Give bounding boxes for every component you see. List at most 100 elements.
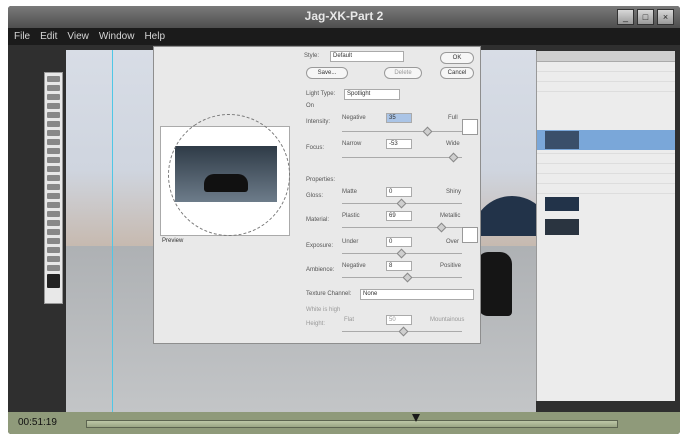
delete-button[interactable]: Delete: [384, 67, 422, 79]
menu-edit[interactable]: Edit: [40, 31, 57, 42]
intensity-slider[interactable]: [342, 131, 462, 132]
light-type-select[interactable]: Spotlight: [344, 89, 400, 100]
heal-tool-icon[interactable]: [47, 130, 60, 136]
path-select-tool-icon[interactable]: [47, 220, 60, 226]
eyedropper-tool-icon[interactable]: [47, 247, 60, 253]
exposure-value[interactable]: 0: [386, 237, 412, 247]
exposure-max-label: Over: [446, 239, 460, 245]
ok-button[interactable]: OK: [440, 52, 474, 64]
maximize-button[interactable]: □: [637, 9, 654, 25]
properties-label: Properties:: [306, 177, 336, 183]
brush-tool-icon[interactable]: [47, 139, 60, 145]
layers-lock-row[interactable]: [537, 72, 675, 82]
ambience-color-swatch[interactable]: [462, 227, 478, 243]
shape-tool-icon[interactable]: [47, 229, 60, 235]
gloss-value[interactable]: 0: [386, 187, 412, 197]
timestamp: 00:51:19: [18, 417, 57, 428]
exposure-slider-thumb[interactable]: [396, 248, 407, 259]
intensity-max-label: Full: [448, 115, 458, 121]
focus-slider[interactable]: [342, 157, 462, 158]
move-tool-icon[interactable]: [47, 76, 60, 82]
ambience-value[interactable]: 8: [386, 261, 412, 271]
layer-thumbnail: [545, 219, 579, 235]
focus-min-label: Narrow: [342, 141, 362, 147]
layers-panel-header: [537, 51, 675, 62]
on-checkbox[interactable]: On: [306, 103, 314, 109]
intensity-label: Intensity:: [306, 119, 331, 125]
guide-line[interactable]: [112, 50, 113, 420]
height-label: Height:: [306, 321, 326, 327]
eraser-tool-icon[interactable]: [47, 166, 60, 172]
intensity-value[interactable]: 35: [386, 113, 412, 123]
blur-tool-icon[interactable]: [47, 184, 60, 190]
menu-window[interactable]: Window: [99, 31, 135, 42]
layer-row[interactable]: [537, 154, 675, 164]
material-label: Material:: [306, 217, 330, 223]
crop-tool-icon[interactable]: [47, 112, 60, 118]
marquee-tool-icon[interactable]: [47, 85, 60, 91]
close-button[interactable]: ×: [657, 9, 674, 25]
timeline-track[interactable]: [86, 420, 618, 428]
layer-row[interactable]: [537, 174, 675, 184]
gloss-slider-thumb[interactable]: [396, 198, 407, 209]
title-bar: Jag-XK-Part 2 _ □ ×: [8, 6, 680, 28]
menu-view[interactable]: View: [67, 31, 89, 42]
canvas-car: [478, 252, 512, 316]
texture-channel-select[interactable]: None: [360, 289, 474, 300]
focus-value[interactable]: -53: [386, 139, 412, 149]
slice-tool-icon[interactable]: [47, 121, 60, 127]
cancel-button[interactable]: Cancel: [440, 67, 474, 79]
height-value[interactable]: 50: [386, 315, 412, 325]
layer-thumbnail: [545, 197, 579, 211]
intensity-color-swatch[interactable]: [462, 119, 478, 135]
intensity-min-label: Negative: [342, 115, 366, 121]
layers-panel: [536, 51, 675, 401]
type-tool-icon[interactable]: [47, 211, 60, 217]
minimize-button[interactable]: _: [617, 9, 634, 25]
wand-tool-icon[interactable]: [47, 103, 60, 109]
ambience-min-label: Negative: [342, 263, 366, 269]
dodge-tool-icon[interactable]: [47, 193, 60, 199]
focus-slider-thumb[interactable]: [448, 152, 459, 163]
intensity-slider-thumb[interactable]: [422, 126, 433, 137]
notes-tool-icon[interactable]: [47, 238, 60, 244]
layer-row[interactable]: [537, 164, 675, 174]
color-swatches-icon[interactable]: [47, 274, 60, 288]
gloss-min-label: Matte: [342, 189, 358, 195]
menu-bar: File Edit View Window Help: [8, 28, 680, 45]
ambience-max-label: Positive: [440, 263, 462, 269]
style-label: Style:: [304, 53, 320, 59]
height-slider-thumb[interactable]: [398, 326, 409, 337]
menu-file[interactable]: File: [14, 31, 30, 42]
lasso-tool-icon[interactable]: [47, 94, 60, 100]
height-min-label: Flat: [344, 317, 355, 323]
material-max-label: Metallic: [440, 213, 461, 219]
material-value[interactable]: 69: [386, 211, 412, 221]
light-type-label: Light Type:: [306, 91, 336, 97]
history-brush-tool-icon[interactable]: [47, 157, 60, 163]
save-button[interactable]: Save...: [306, 67, 348, 79]
focus-max-label: Wide: [446, 141, 460, 147]
ambience-slider-thumb[interactable]: [402, 272, 413, 283]
pen-tool-icon[interactable]: [47, 202, 60, 208]
hand-tool-icon[interactable]: [47, 256, 60, 262]
zoom-tool-icon[interactable]: [47, 265, 60, 271]
stamp-tool-icon[interactable]: [47, 148, 60, 154]
layers-options-row[interactable]: [537, 62, 675, 72]
video-timeline: 00:51:19: [8, 412, 680, 434]
gradient-tool-icon[interactable]: [47, 175, 60, 181]
layer-row[interactable]: [537, 82, 675, 92]
layer-row[interactable]: [537, 184, 675, 194]
window-controls: _ □ ×: [617, 9, 674, 25]
exposure-min-label: Under: [342, 239, 359, 245]
window-title: Jag-XK-Part 2: [304, 9, 384, 23]
preview-checkbox[interactable]: Preview: [162, 238, 183, 244]
gloss-max-label: Shiny: [446, 189, 462, 195]
white-is-high-checkbox[interactable]: White is high: [306, 307, 340, 313]
style-select[interactable]: Default: [330, 51, 404, 62]
height-max-label: Mountainous: [430, 317, 465, 323]
menu-help[interactable]: Help: [144, 31, 165, 42]
material-slider-thumb[interactable]: [436, 222, 447, 233]
playhead-marker[interactable]: [412, 414, 420, 422]
gloss-label: Gloss:: [306, 193, 324, 199]
